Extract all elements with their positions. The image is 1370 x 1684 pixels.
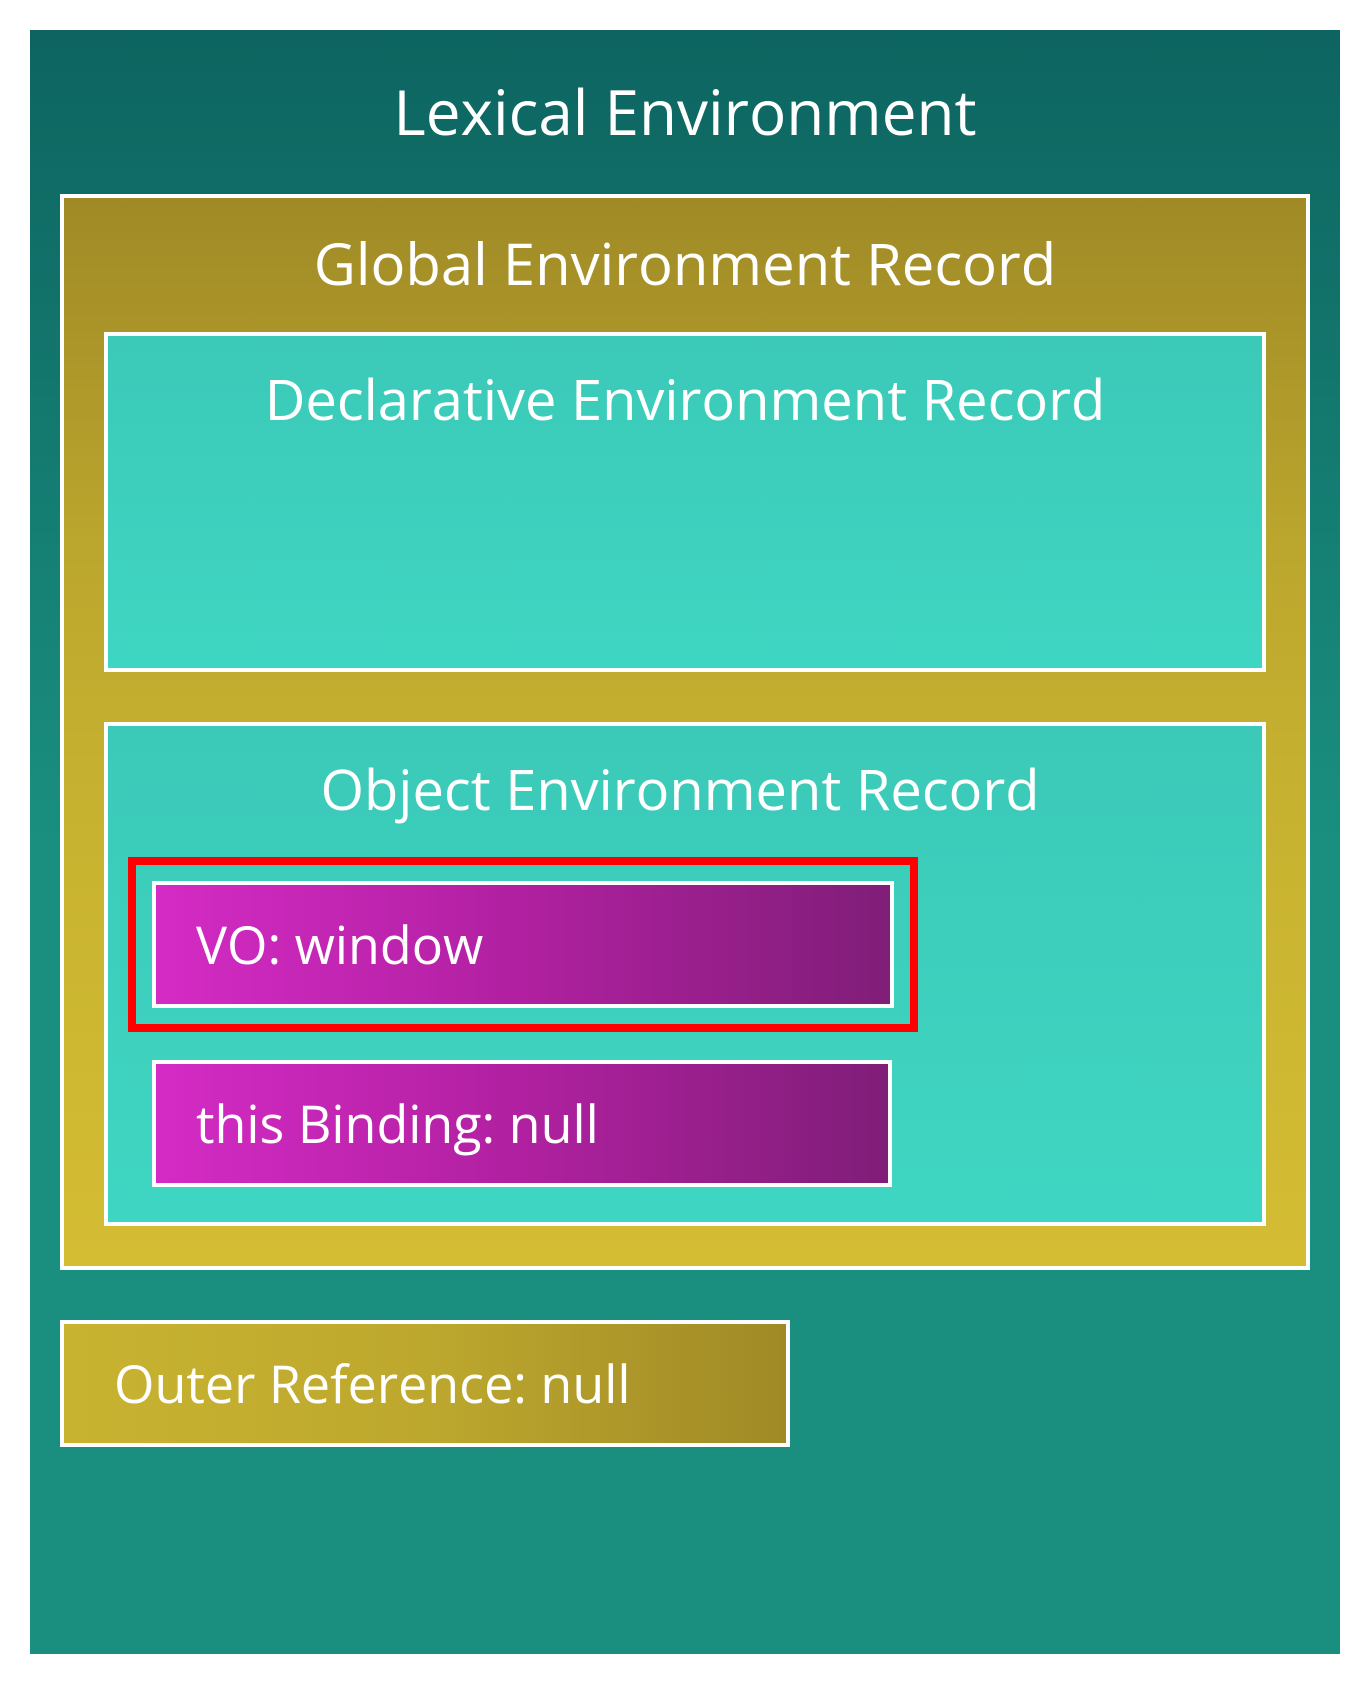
lexical-environment-title: Lexical Environment (60, 70, 1310, 154)
outer-reference-box: Outer Reference: null (60, 1320, 790, 1447)
declarative-environment-record-box: Declarative Environment Record (104, 332, 1266, 672)
declarative-environment-record-title: Declarative Environment Record (128, 361, 1242, 437)
object-environment-record-box: Object Environment Record VO: window thi… (104, 722, 1266, 1226)
global-environment-record-title: Global Environment Record (104, 223, 1266, 302)
object-environment-record-title: Object Environment Record (128, 751, 1232, 827)
lexical-environment-box: Lexical Environment Global Environment R… (30, 30, 1340, 1654)
this-binding-box: this Binding: null (152, 1060, 892, 1187)
vo-highlight-frame: VO: window (128, 857, 918, 1032)
global-environment-record-box: Global Environment Record Declarative En… (60, 194, 1310, 1270)
vo-window-box: VO: window (152, 881, 894, 1008)
